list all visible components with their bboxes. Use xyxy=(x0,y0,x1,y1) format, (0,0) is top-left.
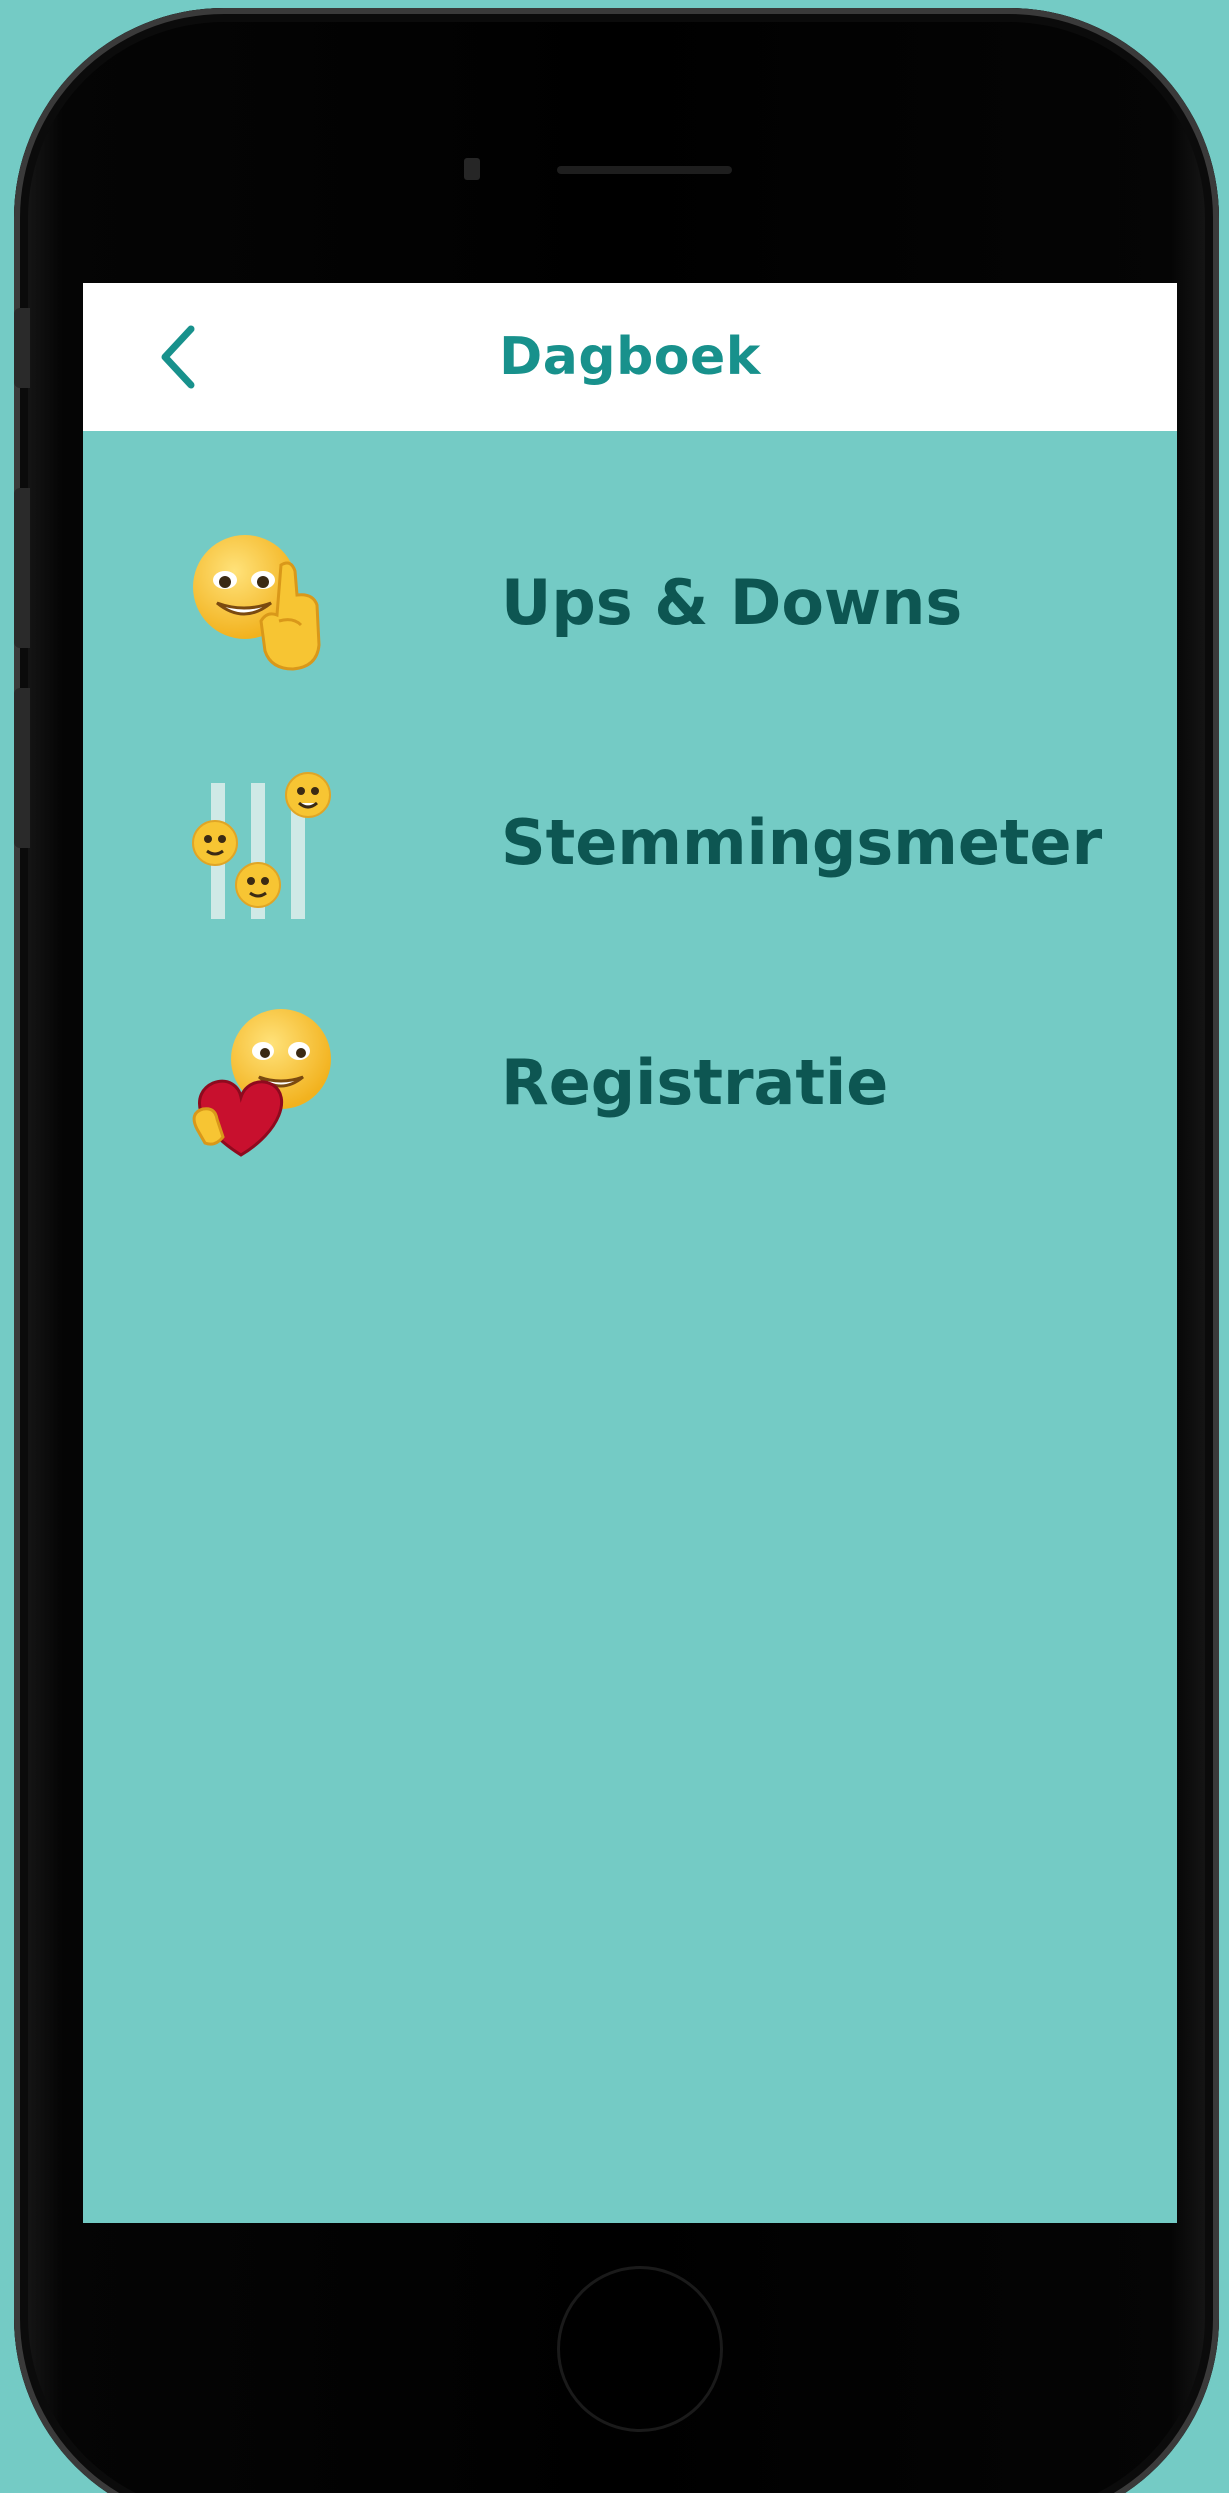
face-heart-icon xyxy=(183,1005,343,1165)
front-camera xyxy=(464,158,480,180)
menu-item-stemmingsmeter[interactable]: Stemmingsmeter xyxy=(83,743,1177,943)
menu-item-label: Registratie xyxy=(501,1046,889,1119)
app-screen: Dagboek Ups & Downs Stemmingsmeter Regis… xyxy=(83,283,1177,2223)
page-title: Dagboek xyxy=(499,327,761,387)
volume-down-button xyxy=(14,688,30,848)
app-stage: Dagboek Ups & Downs Stemmingsmeter Regis… xyxy=(0,0,1229,2493)
menu-item-ups-downs[interactable]: Ups & Downs xyxy=(83,503,1177,703)
navigation-bar: Dagboek xyxy=(83,283,1177,431)
mood-sliders-icon xyxy=(183,765,343,925)
menu-item-label: Ups & Downs xyxy=(501,566,963,639)
volume-up-button xyxy=(14,488,30,648)
chevron-left-icon xyxy=(161,325,195,389)
earpiece-speaker xyxy=(557,166,732,174)
back-button[interactable] xyxy=(145,321,217,393)
mute-switch xyxy=(14,308,30,388)
menu-item-label: Stemmingsmeter xyxy=(501,806,1103,879)
face-thumbs-up-icon xyxy=(183,525,343,685)
menu-item-registratie[interactable]: Registratie xyxy=(83,983,1177,1183)
home-button[interactable] xyxy=(557,2266,723,2432)
